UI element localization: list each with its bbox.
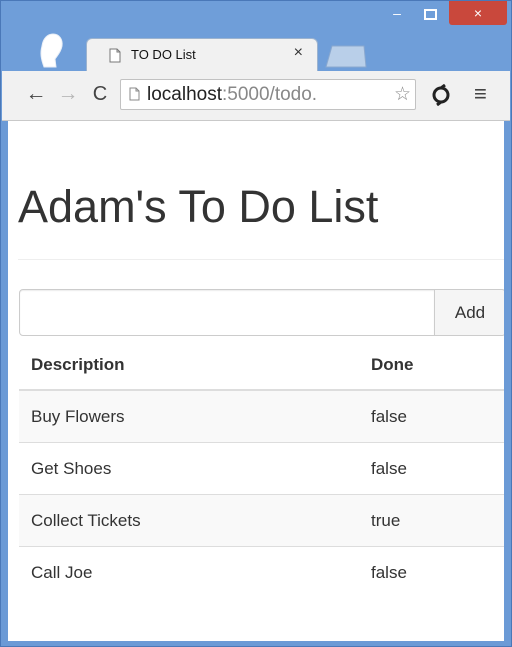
- page-icon: [109, 48, 121, 63]
- maximize-button[interactable]: [416, 5, 444, 27]
- page-viewport: Adam's To Do List Add Description Done B…: [8, 121, 504, 641]
- page-icon: [129, 87, 140, 101]
- browser-toolbar: ← → C localhost:5000/todo. ☆ ≡: [2, 71, 510, 121]
- menu-icon[interactable]: ≡: [474, 81, 487, 107]
- window-close-button[interactable]: ×: [449, 1, 507, 25]
- table-row: Collect Tickets true: [19, 494, 504, 547]
- task-description: Collect Tickets: [19, 494, 359, 547]
- forward-button[interactable]: →: [56, 82, 80, 106]
- address-bar[interactable]: localhost:5000/todo. ☆: [120, 79, 416, 110]
- task-done: false: [359, 546, 504, 598]
- todo-table: Description Done Buy Flowers false Get S…: [19, 341, 504, 598]
- bookmark-star-icon[interactable]: ☆: [394, 83, 411, 106]
- column-header-done: Done: [359, 341, 504, 391]
- tab-todo-list[interactable]: TO DO List ×: [86, 38, 318, 71]
- column-header-description: Description: [19, 341, 359, 391]
- new-tab-button[interactable]: [324, 44, 368, 68]
- add-button[interactable]: Add: [434, 289, 504, 336]
- url-text: localhost:5000/todo.: [147, 84, 317, 106]
- tab-strip: TO DO List × – ×: [1, 1, 511, 73]
- task-description: Get Shoes: [19, 442, 359, 495]
- reload-button[interactable]: C: [88, 82, 112, 106]
- table-row: Buy Flowers false: [19, 389, 504, 443]
- table-row: Call Joe false: [19, 546, 504, 598]
- task-done: false: [359, 442, 504, 495]
- browser-window: TO DO List × – × ← → C localhost:5000/to…: [0, 0, 512, 647]
- new-task-input[interactable]: [19, 289, 435, 336]
- url-host: localhost: [147, 84, 222, 105]
- task-description: Call Joe: [19, 546, 359, 598]
- extension-icon[interactable]: [430, 84, 452, 106]
- task-done: false: [359, 389, 504, 443]
- page-title: Adam's To Do List: [18, 181, 379, 232]
- profile-icon[interactable]: [31, 29, 71, 69]
- url-path: :5000/todo.: [222, 84, 318, 105]
- minimize-button[interactable]: –: [383, 5, 411, 27]
- back-button[interactable]: ←: [24, 82, 48, 106]
- tab-close-icon[interactable]: ×: [294, 44, 303, 62]
- tab-title: TO DO List: [131, 47, 196, 62]
- table-row: Get Shoes false: [19, 442, 504, 495]
- task-description: Buy Flowers: [19, 389, 359, 443]
- task-done: true: [359, 494, 504, 547]
- divider: [18, 259, 504, 260]
- table-header-row: Description Done: [19, 341, 504, 391]
- add-task-form: Add: [19, 289, 504, 336]
